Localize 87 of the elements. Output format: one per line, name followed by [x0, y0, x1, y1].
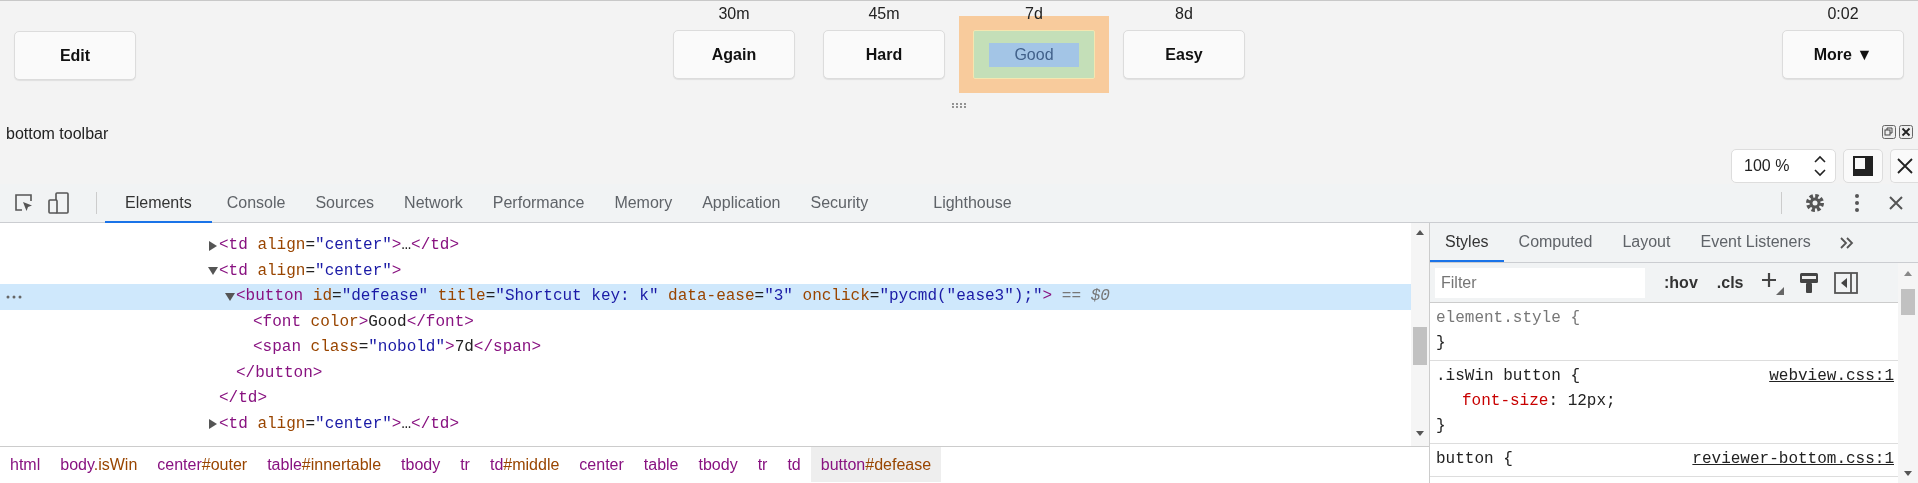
breadcrumb[interactable]: center	[569, 447, 634, 482]
breadcrumb[interactable]: button#defease	[810, 447, 942, 482]
filter-field[interactable]: Filter	[1435, 267, 1645, 298]
breadcrumb[interactable]: td	[777, 447, 811, 482]
devtools-tab[interactable]: Performance	[477, 184, 600, 223]
css-selector: element.style {	[1436, 308, 1581, 329]
source-link[interactable]: webview.css:1	[1769, 364, 1894, 389]
css-declaration: font-size: 12px;	[1461, 391, 1617, 412]
dock-icon[interactable]	[1853, 156, 1873, 176]
source-link[interactable]: reviewer-bottom.css:1	[1692, 447, 1894, 472]
answer-button[interactable]: Hard	[823, 30, 945, 79]
ellipsis-icon[interactable]	[6, 295, 22, 299]
styles-tab[interactable]: Layout	[1607, 223, 1686, 262]
interval-label: 8d	[1175, 4, 1193, 24]
close-button[interactable]	[1890, 149, 1918, 183]
tree-row[interactable]: <td align="center">…</td>	[0, 233, 1411, 259]
caret-right-icon[interactable]	[208, 419, 218, 430]
settings-icon[interactable]	[1804, 192, 1826, 214]
grip-icon[interactable]	[952, 102, 966, 108]
paint-brush-icon[interactable]	[1799, 271, 1820, 294]
css-brace: }	[1436, 334, 1446, 352]
breadcrumb[interactable]: body.isWin	[50, 447, 148, 482]
plus-icon[interactable]	[1760, 270, 1785, 295]
breadcrumb[interactable]: tr	[747, 447, 778, 482]
caret-down-icon[interactable]	[225, 292, 235, 301]
interval-label: 7d	[1025, 4, 1043, 24]
code-line: <span class="nobold">7d</span>	[253, 337, 542, 358]
breadcrumb[interactable]: center#outer	[147, 447, 258, 482]
chevron-double-right-icon[interactable]	[1839, 236, 1854, 249]
devtools-tab[interactable]: Application	[687, 184, 796, 223]
css-selector: button {	[1436, 449, 1513, 470]
code-line: <td align="center">	[219, 260, 402, 282]
restore-icon[interactable]	[1882, 125, 1896, 139]
tree-row[interactable]: <td align="center">	[0, 258, 1411, 284]
code-line: <td align="center">…</td>	[219, 235, 460, 256]
dock-button[interactable]	[1843, 149, 1883, 183]
devtools-tab[interactable]: Memory	[599, 184, 688, 223]
close-icon[interactable]	[1895, 157, 1914, 175]
breadcrumb[interactable]: tbody	[391, 447, 451, 482]
code-line: <button id="defease" title="Shortcut key: k" data-ease="3" onclick="pycmd("ease3");"> == $0	[236, 286, 1110, 307]
interval-label: 45m	[868, 4, 900, 24]
breadcrumb[interactable]: tbody	[688, 447, 748, 482]
zoom-field[interactable]: 100 %	[1731, 149, 1836, 183]
tree-row[interactable]: <span class="nobold">7d</span>	[0, 335, 1411, 361]
breadcrumb[interactable]: html	[0, 447, 51, 482]
answer-button[interactable]: Easy	[1123, 30, 1245, 79]
caret-down-icon[interactable]	[208, 267, 218, 276]
code-line: </button>	[236, 362, 323, 384]
timer-label: 0:02	[1827, 4, 1859, 24]
tree-row[interactable]: <button id="defease" title="Shortcut key: k" data-ease="3" onclick="pycmd("ease3");"> == $0	[0, 284, 1411, 310]
interval-label: 30m	[718, 4, 750, 24]
css-brace: }	[1436, 417, 1446, 435]
scrollbar[interactable]	[1898, 263, 1918, 483]
breadcrumb[interactable]: table	[633, 447, 689, 482]
inspect-icon[interactable]	[14, 193, 34, 213]
devtools-tab[interactable]: Lighthouse	[918, 184, 1027, 223]
spin-arrows-icon[interactable]	[1814, 154, 1826, 178]
caret-right-icon[interactable]	[208, 240, 218, 251]
code-line: <td align="center">…</td>	[219, 413, 460, 435]
devtools-tab[interactable]: Elements	[105, 184, 212, 223]
devtools-tab[interactable]: Sources	[300, 184, 390, 223]
toggle-button[interactable]: :hov	[1662, 273, 1700, 292]
edit-button[interactable]: Edit	[14, 31, 136, 80]
devtools-tab[interactable]: Console	[211, 184, 301, 223]
page-label: bottom toolbar	[6, 124, 109, 144]
close-icon[interactable]	[1888, 195, 1904, 211]
answer-button[interactable]: Again	[673, 30, 795, 79]
breadcrumb[interactable]: tr	[450, 447, 480, 482]
device-icon[interactable]	[48, 192, 70, 214]
css-selector: .isWin button {	[1436, 366, 1581, 387]
styles-tab[interactable]: Computed	[1503, 223, 1608, 262]
breadcrumb[interactable]: table#innertable	[257, 447, 392, 482]
more-menu-icon[interactable]	[1854, 193, 1860, 213]
more-button[interactable]: More ▼	[1782, 30, 1904, 79]
devtools-tab[interactable]: Security	[795, 184, 884, 223]
tree-row[interactable]: <font color>Good</font>	[0, 309, 1411, 335]
tree-row[interactable]: <td align="center">…</td>	[0, 411, 1411, 437]
toggle-button[interactable]: .cls	[1714, 273, 1746, 292]
code-line: <font color>Good</font>	[253, 311, 474, 333]
scrollbar[interactable]	[1411, 223, 1429, 446]
devtools-tab[interactable]: Network	[389, 184, 478, 223]
breadcrumb[interactable]: td#middle	[479, 447, 570, 482]
sidebar-toggle-icon[interactable]	[1834, 271, 1859, 294]
code-line: </td>	[219, 388, 267, 409]
close-icon[interactable]	[1899, 125, 1913, 139]
styles-tab[interactable]: Event Listeners	[1685, 223, 1826, 262]
answer-button[interactable]: Good	[973, 30, 1095, 79]
